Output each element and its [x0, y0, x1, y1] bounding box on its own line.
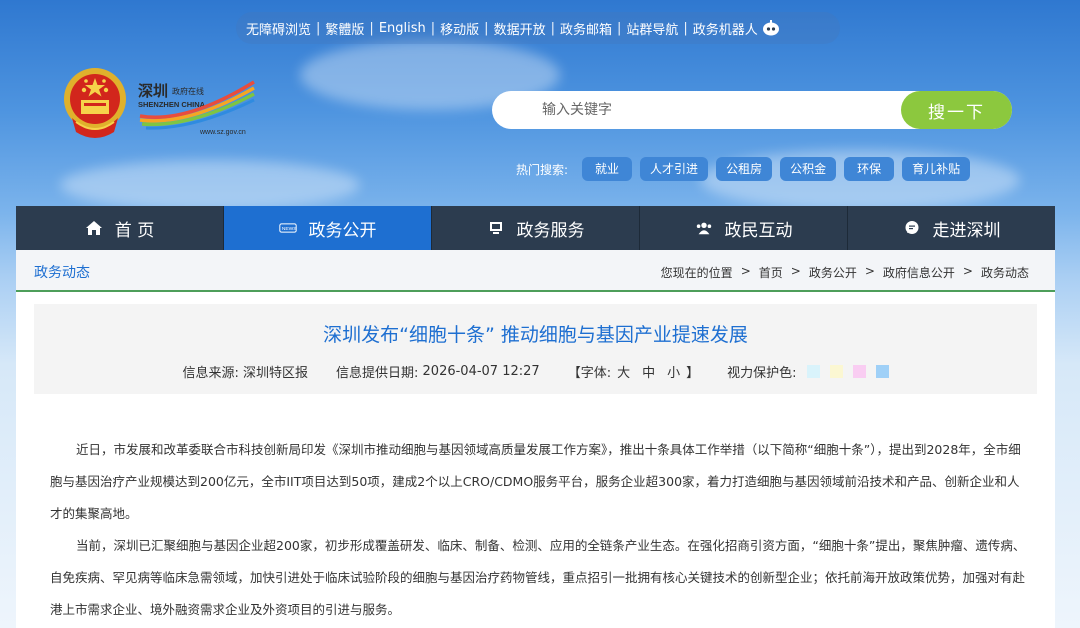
nav-citizen-interaction-label: 政民互动 [724, 220, 793, 241]
shenzhen-gov-logo[interactable]: 深圳 政府在线 SHENZHEN CHINA www.sz.gov.cn [136, 78, 258, 136]
robot-icon[interactable] [762, 20, 780, 36]
link-site-nav[interactable]: 站群导航 [626, 19, 678, 38]
svg-text:NEWS: NEWS [281, 226, 296, 232]
utility-bar: 无障碍浏览 | 繁體版 | English | 移动版 | 数据开放 | 政务邮箱 | 站群… [236, 12, 840, 44]
article-header: 深圳发布“细胞十条” 推动细胞与基因产业提速发展 信息来源: 深圳特区报 信息提… [34, 304, 1037, 394]
font-medium-button[interactable]: 中 [642, 362, 655, 381]
eye-color-swatch[interactable] [852, 365, 866, 378]
home-icon [85, 219, 103, 237]
hot-tag-environment[interactable]: 环保 [844, 157, 895, 181]
hot-search-label: 热门搜索: [516, 162, 569, 177]
breadcrumb-prefix: 您现在的位置 [660, 266, 733, 280]
nav-gov-services-label: 政务服务 [516, 220, 585, 241]
monitor-icon [487, 219, 505, 237]
separator: | [683, 20, 688, 36]
source-label: 信息来源: [182, 366, 239, 381]
people-icon [695, 219, 713, 237]
separator: | [430, 20, 436, 36]
eye-color-swatch[interactable] [829, 365, 843, 378]
article-meta: 信息来源: 深圳特区报 信息提供日期: 2026-04-07 12:27 【字体… [34, 362, 1037, 381]
brand-name-en: SHENZHEN CHINA [138, 100, 206, 109]
breadcrumb-gov-news[interactable]: 政务动态 [981, 264, 1029, 281]
breadcrumb: 您现在的位置 > 首页 > 政务公开 > 政府信息公开 > 政务动态 [661, 264, 1029, 281]
link-gov-mail[interactable]: 政务邮箱 [560, 19, 612, 38]
chat-icon [903, 219, 921, 237]
breadcrumb-separator: > [962, 264, 973, 278]
date-value: 2026-04-07 12:27 [422, 364, 540, 379]
link-traditional[interactable]: 繁體版 [325, 19, 364, 38]
nav-gov-affairs-open-label: 政务公开 [308, 220, 377, 241]
eye-color-swatch[interactable] [806, 365, 820, 378]
hot-tag-talent[interactable]: 人才引进 [640, 157, 709, 181]
breadcrumb-home[interactable]: 首页 [759, 264, 783, 281]
separator: | [316, 20, 321, 36]
brand-url: www.sz.gov.cn [199, 129, 246, 136]
nav-gov-affairs-open[interactable]: NEWS 政务公开 [224, 206, 432, 250]
font-size-label: 【字体: [567, 366, 612, 381]
article-title: 深圳发布“细胞十条” 推动细胞与基因产业提速发展 [323, 324, 748, 346]
link-english[interactable]: English [379, 21, 426, 36]
breadcrumb-bar: 政务动态 您现在的位置 > 首页 > 政务公开 > 政府信息公开 > 政务动态 [16, 250, 1055, 292]
breadcrumb-separator: > [740, 264, 751, 278]
nav-citizen-interaction[interactable]: 政民互动 [640, 206, 848, 250]
hot-search-bar: 热门搜索: 就业 人才引进 公租房 公积金 环保 育儿补贴 [516, 157, 978, 181]
search-box: 搜一下 [492, 91, 1012, 129]
nav-gov-services[interactable]: 政务服务 [432, 206, 640, 250]
brand-sub-cn: 政府在线 [172, 86, 204, 96]
nav-explore-shenzhen-label: 走进深圳 [932, 220, 1001, 241]
separator: | [616, 20, 622, 36]
main-nav: 首 页 NEWS 政务公开 政务服务 政民互动 走进深圳 [16, 206, 1055, 250]
article-body: 近日，市发展和改革委联合市科技创新局印发《深圳市推动细胞与基因领域高质量发展工作… [50, 434, 1026, 626]
article-paragraph: 当前，深圳已汇聚细胞与基因企业超200家，初步形成覆盖研发、临床、制备、检测、应… [50, 538, 1026, 617]
source-value: 深圳特区报 [242, 366, 308, 381]
breadcrumb-separator: > [790, 264, 801, 278]
link-open-data[interactable]: 数据开放 [494, 19, 546, 38]
nav-home-label: 首 页 [114, 220, 155, 241]
separator: | [550, 20, 555, 36]
national-emblem-logo [62, 66, 128, 140]
brand-name-cn: 深圳 [138, 82, 168, 100]
link-gov-robot[interactable]: 政务机器人 [693, 19, 758, 38]
separator: | [369, 20, 374, 36]
hot-tag-housing-fund[interactable]: 公积金 [780, 157, 837, 181]
breadcrumb-gov-info[interactable]: 政府信息公开 [883, 264, 955, 281]
search-button[interactable]: 搜一下 [901, 91, 1012, 129]
hot-tag-employment[interactable]: 就业 [582, 157, 633, 181]
news-icon: NEWS [278, 219, 297, 237]
section-title: 政务动态 [34, 265, 90, 281]
date-label: 信息提供日期: [336, 366, 419, 381]
font-large-button[interactable]: 大 [617, 362, 630, 381]
sky-cloud [60, 160, 360, 210]
eye-color-swatch[interactable] [875, 365, 889, 378]
breadcrumb-separator: > [864, 264, 875, 278]
nav-home[interactable]: 首 页 [16, 206, 224, 250]
link-accessibility[interactable]: 无障碍浏览 [246, 19, 311, 38]
eye-protect-label: 视力保护色: [727, 366, 797, 381]
hot-tag-public-housing[interactable]: 公租房 [716, 157, 773, 181]
hot-tag-childcare-subsidy[interactable]: 育儿补贴 [902, 157, 971, 181]
article-panel: 深圳发布“细胞十条” 推动细胞与基因产业提速发展 信息来源: 深圳特区报 信息提… [16, 292, 1055, 628]
separator: | [484, 20, 489, 36]
search-input[interactable] [508, 91, 888, 129]
nav-explore-shenzhen[interactable]: 走进深圳 [848, 206, 1055, 250]
font-small-button[interactable]: 小 [667, 362, 680, 381]
link-mobile[interactable]: 移动版 [440, 19, 479, 38]
article-paragraph: 近日，市发展和改革委联合市科技创新局印发《深圳市推动细胞与基因领域高质量发展工作… [50, 442, 1021, 521]
breadcrumb-gov-open[interactable]: 政务公开 [809, 264, 857, 281]
font-size-close: 】 [686, 366, 700, 381]
